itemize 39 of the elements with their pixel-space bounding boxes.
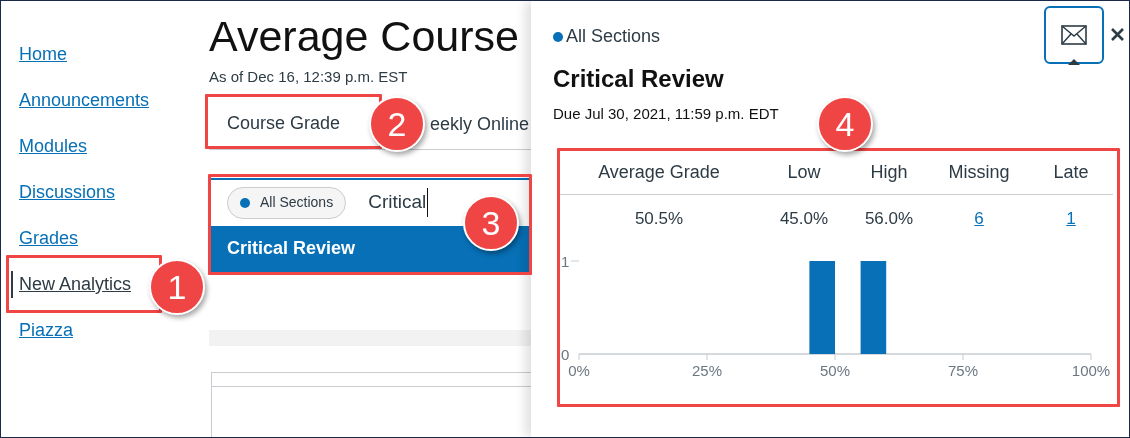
nav-link[interactable]: Grades: [19, 225, 79, 252]
axis-label: 75%: [948, 361, 978, 379]
nav-link[interactable]: Home: [19, 41, 67, 68]
close-icon: [1110, 27, 1124, 41]
callout-badge: 2: [369, 96, 425, 152]
nav-link[interactable]: Discussions: [19, 179, 116, 206]
column-header: Late: [1052, 161, 1090, 184]
close-button[interactable]: [1108, 25, 1126, 43]
due-date: Due Jul 30, 2021, 11:59 p.m. EDT: [553, 104, 779, 124]
callout-badge: 1: [149, 259, 205, 315]
nav-link[interactable]: Modules: [19, 133, 88, 160]
axis-label: 0%: [568, 361, 590, 379]
section-chip[interactable]: All Sections: [227, 186, 347, 219]
nav-link[interactable]: Piazza: [19, 317, 74, 344]
assignment-title: Critical Review: [553, 64, 725, 94]
stat-value: 50.5%: [634, 208, 684, 228]
envelope-icon: [1061, 25, 1087, 45]
stat-value: 56.0%: [864, 208, 914, 228]
search-text: Critical: [368, 188, 429, 217]
axis-label: 50%: [820, 361, 850, 379]
page-title: Average Course: [209, 11, 519, 62]
column-header: Missing: [947, 161, 1011, 184]
tab[interactable]: eekly Online: [430, 100, 530, 149]
pointer-icon: [1068, 59, 1080, 65]
nav-link[interactable]: Announcements: [19, 87, 150, 114]
axis-label: 100%: [1071, 361, 1111, 379]
axis-label: 0: [561, 345, 570, 363]
count-link[interactable]: 1: [1066, 208, 1076, 228]
column-header: Average Grade: [597, 161, 721, 184]
count-link[interactable]: 6: [974, 208, 984, 228]
axis-label: 1: [561, 252, 570, 270]
message-button[interactable]: [1044, 6, 1104, 64]
column-header: Low: [786, 161, 822, 184]
section-label: All Sections: [566, 25, 661, 48]
column-header: High: [869, 161, 909, 184]
timestamp: As of Dec 16, 12:39 p.m. EST: [209, 67, 408, 87]
axis-label: 25%: [692, 361, 722, 379]
nav-link[interactable]: New Analytics: [11, 271, 132, 298]
stat-value: 45.0%: [779, 208, 829, 228]
